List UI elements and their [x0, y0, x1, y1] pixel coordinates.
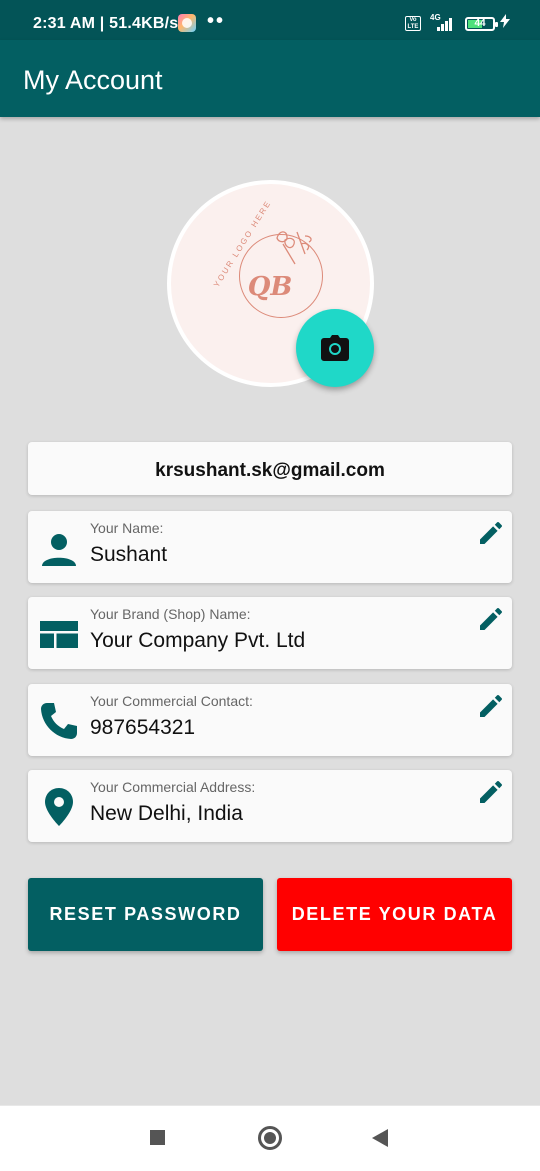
battery-icon: 44 [465, 17, 498, 31]
store-icon [40, 621, 78, 649]
edit-brand-icon[interactable] [480, 608, 502, 630]
email-card: krsushant.sk@gmail.com [28, 442, 512, 495]
person-icon [42, 534, 76, 566]
location-pin-icon [45, 788, 73, 826]
signal-icon [437, 17, 457, 31]
flower-icon [276, 231, 312, 265]
system-nav-bar [0, 1105, 540, 1171]
phone-icon [41, 703, 77, 739]
page-title: My Account [23, 65, 163, 95]
brand-card[interactable]: Your Brand (Shop) Name: Your Company Pvt… [28, 597, 512, 669]
status-time: 2:31 AM | 51.4KB/s [33, 15, 179, 32]
change-photo-button[interactable] [296, 309, 374, 387]
reset-password-button[interactable]: RESET PASSWORD [28, 878, 263, 951]
battery-level: 44 [474, 18, 486, 29]
contact-value: 987654321 [90, 716, 196, 739]
brand-value: Your Company Pvt. Ltd [90, 629, 306, 652]
back-icon[interactable] [372, 1129, 388, 1147]
lightning-icon [500, 14, 510, 33]
address-card[interactable]: Your Commercial Address: New Delhi, Indi… [28, 770, 512, 842]
brand-label: Your Brand (Shop) Name: [90, 606, 251, 622]
volte-icon: Vo LTE [405, 16, 421, 31]
name-label: Your Name: [90, 520, 164, 536]
delete-data-button[interactable]: DELETE YOUR DATA [277, 878, 512, 951]
edit-name-icon[interactable] [480, 522, 502, 544]
more-notifications-icon: •• [207, 10, 226, 32]
email-text: krsushant.sk@gmail.com [155, 460, 385, 481]
name-value: Sushant [90, 543, 168, 566]
address-value: New Delhi, India [90, 802, 243, 825]
recent-apps-icon[interactable] [150, 1130, 165, 1145]
contact-card[interactable]: Your Commercial Contact: 987654321 [28, 684, 512, 756]
status-bar: 2:31 AM | 51.4KB/s •• Vo LTE 4G 44 [0, 0, 540, 40]
address-label: Your Commercial Address: [90, 779, 256, 795]
edit-address-icon[interactable] [480, 781, 502, 803]
home-icon[interactable] [258, 1126, 282, 1150]
app-bar: My Account [0, 40, 540, 117]
contact-label: Your Commercial Contact: [90, 693, 253, 709]
app-notification-icon [178, 14, 196, 32]
name-card[interactable]: Your Name: Sushant [28, 511, 512, 583]
edit-contact-icon[interactable] [480, 695, 502, 717]
logo-monogram: QB [247, 272, 293, 302]
camera-icon [321, 335, 349, 361]
